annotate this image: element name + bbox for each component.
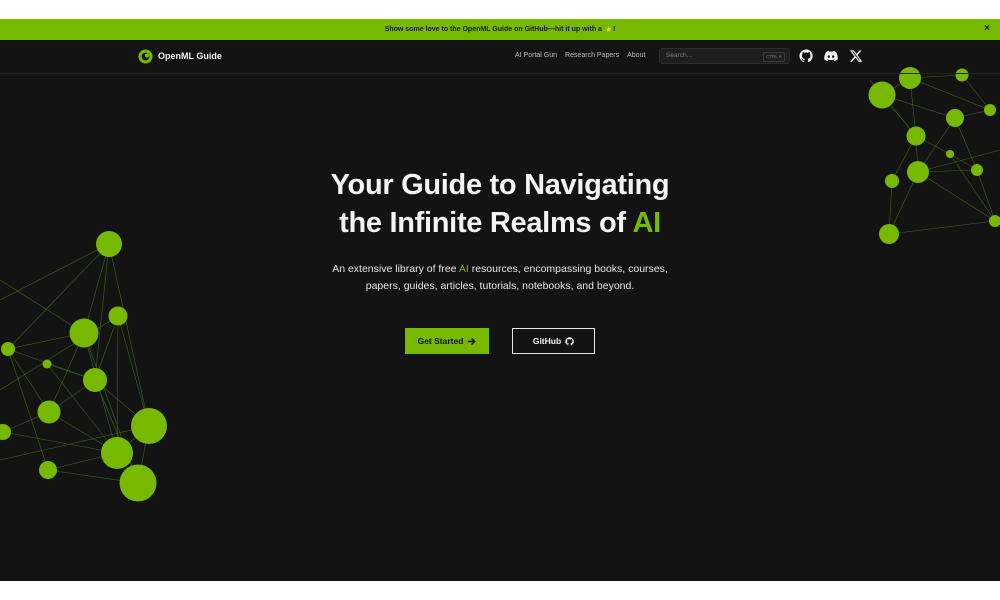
logo-icon[interactable] bbox=[138, 49, 153, 64]
banner-text[interactable]: Show some love to the OpenML Guide on Gi… bbox=[385, 26, 602, 33]
nav-link-about[interactable]: About bbox=[627, 52, 645, 59]
hero-subtitle-line-1: An extensive library of free AI resource… bbox=[0, 261, 1000, 278]
x-icon[interactable] bbox=[849, 49, 863, 63]
hero-subtitle-prefix: An extensive library of free bbox=[332, 263, 459, 275]
hero-subtitle-line-2: papers, guides, articles, tutorials, not… bbox=[365, 280, 635, 292]
app-viewport: OpenML Guide AI Portal Gun Research Pape… bbox=[0, 40, 1000, 581]
search-input[interactable]: Search... CTRL K bbox=[659, 48, 790, 64]
github-icon bbox=[565, 336, 574, 346]
github-icon[interactable] bbox=[799, 49, 813, 63]
hero-title-prefix: the Infinite Realms of bbox=[339, 207, 633, 239]
hero-subtitle-accent: AI bbox=[458, 263, 469, 275]
keyboard-shortcut-hint: CTRL K bbox=[763, 52, 785, 62]
bottom-margin bbox=[0, 581, 1000, 600]
announcement-banner: Show some love to the OpenML Guide on Gi… bbox=[0, 19, 1000, 40]
get-started-label: Get Started bbox=[417, 336, 464, 346]
network-graphic bbox=[0, 67, 1000, 502]
get-started-button[interactable]: Get Started bbox=[405, 328, 489, 354]
banner-tail: ! bbox=[612, 26, 616, 33]
nav-link-ai-portal-gun[interactable]: AI Portal Gun bbox=[515, 52, 557, 59]
github-button[interactable]: GitHub bbox=[512, 328, 595, 354]
hero-title-line-1: Your Guide to Navigating bbox=[330, 169, 670, 201]
star-icon: ★ bbox=[604, 24, 613, 34]
hero-title-line-2: the Infinite Realms of AI bbox=[0, 204, 1000, 242]
github-button-label: GitHub bbox=[532, 336, 562, 346]
nav-links: AI Portal Gun Research Papers About bbox=[515, 52, 645, 59]
hero-title-accent: AI bbox=[632, 207, 661, 239]
top-navbar: OpenML Guide AI Portal Gun Research Pape… bbox=[0, 40, 1000, 74]
nav-link-research-papers[interactable]: Research Papers bbox=[565, 52, 619, 59]
close-icon[interactable]: × bbox=[984, 23, 990, 34]
top-margin bbox=[0, 0, 1000, 19]
discord-icon[interactable] bbox=[824, 49, 838, 63]
search-placeholder: Search... bbox=[666, 52, 693, 59]
arrow-right-icon bbox=[468, 337, 477, 345]
hero-subtitle-rest: resources, encompassing books, courses, bbox=[468, 263, 668, 275]
brand-name[interactable]: OpenML Guide bbox=[158, 51, 222, 61]
